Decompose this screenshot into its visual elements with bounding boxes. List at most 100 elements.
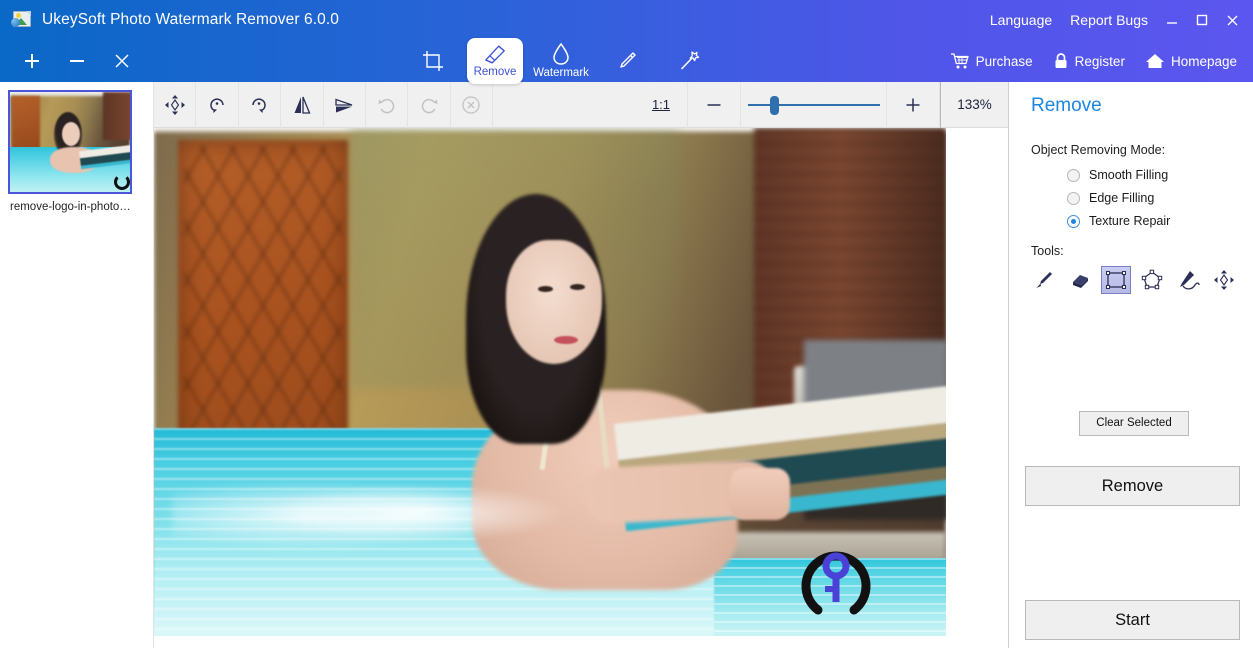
zoom-slider[interactable] bbox=[741, 81, 887, 128]
undo-button[interactable] bbox=[366, 81, 409, 128]
register-button[interactable]: Register bbox=[1043, 52, 1135, 70]
radio-smooth-filling[interactable] bbox=[1067, 168, 1080, 182]
droplet-icon bbox=[553, 42, 569, 65]
zoom-out-button[interactable] bbox=[688, 81, 741, 128]
remove-image-button[interactable] bbox=[64, 48, 90, 74]
cancel-icon bbox=[462, 95, 480, 114]
zoom-in-button[interactable] bbox=[887, 81, 940, 128]
eraser-icon bbox=[485, 45, 505, 63]
app-title: UkeySoft Photo Watermark Remover 6.0.0 bbox=[42, 11, 339, 28]
mode-option-edge-filling[interactable]: Edge Filling bbox=[1067, 191, 1253, 205]
rectangle-select-icon bbox=[1106, 271, 1126, 289]
mode-option-smooth-filling[interactable]: Smooth Filling bbox=[1067, 168, 1253, 182]
rotate-left-icon bbox=[210, 97, 224, 113]
cart-icon bbox=[950, 53, 969, 69]
toolbar-actions: Purchase Register Homepage bbox=[940, 40, 1247, 82]
language-menu[interactable]: Language bbox=[981, 0, 1061, 40]
flip-vertical-button[interactable] bbox=[324, 81, 366, 128]
tool-move[interactable] bbox=[1209, 266, 1239, 294]
polygon-select-icon bbox=[1141, 269, 1163, 290]
panel-title: Remove bbox=[1031, 95, 1102, 116]
rotate-right-button[interactable] bbox=[239, 81, 282, 128]
magic-wand-icon bbox=[680, 51, 700, 70]
zoom-level-value: 133% bbox=[940, 81, 1008, 128]
tab-brush[interactable] bbox=[599, 40, 655, 82]
thumbnail-item[interactable] bbox=[8, 90, 132, 194]
fit-ratio-label: 1:1 bbox=[651, 97, 671, 112]
plus-icon bbox=[906, 98, 920, 111]
thumbnail-list: remove-logo-in-photo… bbox=[0, 82, 153, 213]
tool-polygon-select[interactable] bbox=[1137, 266, 1167, 294]
tool-eraser[interactable] bbox=[1065, 266, 1095, 294]
minimize-button[interactable] bbox=[1157, 0, 1187, 40]
remove-button[interactable]: Remove bbox=[1025, 466, 1240, 506]
application-window: UkeySoft Photo Watermark Remover 6.0.0 L… bbox=[0, 0, 1253, 648]
purchase-label: Purchase bbox=[975, 53, 1033, 69]
key-in-circle-watermark bbox=[801, 551, 871, 615]
register-label: Register bbox=[1074, 53, 1125, 69]
object-removing-mode-label: Object Removing Mode: bbox=[1031, 143, 1166, 157]
move-icon bbox=[1214, 270, 1234, 290]
move-icon bbox=[164, 94, 185, 115]
remove-settings-panel: Remove Object Removing Mode: Smooth Fill… bbox=[1008, 82, 1253, 648]
photo-app-icon bbox=[10, 10, 32, 30]
tab-watermark[interactable]: Watermark bbox=[529, 40, 593, 82]
image-toolbar: 1:1 133% bbox=[154, 81, 1008, 128]
maximize-button[interactable] bbox=[1187, 0, 1217, 40]
clear-selected-button[interactable]: Clear Selected bbox=[1079, 411, 1189, 436]
close-button[interactable] bbox=[1217, 0, 1247, 40]
image-canvas[interactable] bbox=[154, 128, 1008, 648]
thumbnail-actions bbox=[0, 40, 154, 82]
homepage-label: Homepage bbox=[1170, 53, 1237, 69]
main-toolbar: Remove Watermark Purchase Register Homep… bbox=[0, 38, 1253, 84]
photo-image[interactable] bbox=[154, 128, 946, 636]
tools-row bbox=[1029, 266, 1253, 294]
pan-tool-button[interactable] bbox=[154, 81, 197, 128]
clear-images-button[interactable] bbox=[109, 48, 135, 74]
tools-label: Tools: bbox=[1031, 244, 1064, 258]
mode-label-texture-repair: Texture Repair bbox=[1089, 214, 1171, 228]
rotate-right-icon bbox=[252, 97, 267, 113]
lasso-pen-icon bbox=[1180, 271, 1200, 290]
tab-magic-wand[interactable] bbox=[661, 40, 717, 82]
homepage-button[interactable]: Homepage bbox=[1135, 52, 1247, 70]
mode-option-texture-repair[interactable]: Texture Repair bbox=[1067, 214, 1253, 228]
tab-crop[interactable] bbox=[405, 40, 461, 82]
report-bugs-link[interactable]: Report Bugs bbox=[1061, 0, 1157, 40]
zoom-slider-track bbox=[747, 103, 880, 106]
zoom-controls: 1:1 133% bbox=[635, 81, 1008, 128]
mode-label-edge-filling: Edge Filling bbox=[1089, 191, 1155, 205]
flip-horizontal-icon bbox=[294, 96, 311, 114]
minus-icon bbox=[707, 103, 721, 106]
thumbnail-panel: remove-logo-in-photo… bbox=[0, 82, 154, 648]
mode-tabs: Remove Watermark bbox=[405, 38, 717, 84]
cancel-button[interactable] bbox=[451, 81, 493, 128]
radio-edge-filling[interactable] bbox=[1067, 191, 1080, 205]
rotate-left-button[interactable] bbox=[196, 81, 239, 128]
radio-texture-repair[interactable] bbox=[1067, 214, 1080, 228]
zoom-slider-thumb[interactable] bbox=[769, 95, 779, 115]
redo-button[interactable] bbox=[408, 81, 451, 128]
tab-watermark-label: Watermark bbox=[533, 67, 589, 79]
mode-radio-group: Smooth Filling Edge Filling Texture Repa… bbox=[1067, 168, 1253, 228]
title-bar: UkeySoft Photo Watermark Remover 6.0.0 L… bbox=[0, 0, 1253, 40]
tab-remove[interactable]: Remove bbox=[467, 38, 523, 84]
add-image-button[interactable] bbox=[19, 48, 45, 74]
tool-rectangle-select[interactable] bbox=[1101, 266, 1131, 294]
tool-lasso-pen[interactable] bbox=[1173, 266, 1203, 294]
title-bar-right: Language Report Bugs bbox=[981, 0, 1253, 40]
mode-label-smooth-filling: Smooth Filling bbox=[1089, 168, 1169, 182]
tab-remove-label: Remove bbox=[473, 65, 517, 78]
flip-horizontal-button[interactable] bbox=[281, 81, 324, 128]
home-icon bbox=[1145, 54, 1164, 68]
redo-icon bbox=[421, 98, 438, 113]
brush-icon bbox=[1036, 272, 1052, 288]
thumbnail-label: remove-logo-in-photo… bbox=[10, 201, 131, 213]
purchase-button[interactable]: Purchase bbox=[940, 52, 1043, 70]
eraser-icon bbox=[1073, 275, 1088, 288]
start-button[interactable]: Start bbox=[1025, 600, 1240, 640]
brush-icon bbox=[620, 52, 636, 68]
lock-icon bbox=[1055, 53, 1067, 68]
fit-ratio-button[interactable]: 1:1 bbox=[635, 81, 688, 128]
tool-brush[interactable] bbox=[1029, 266, 1059, 294]
